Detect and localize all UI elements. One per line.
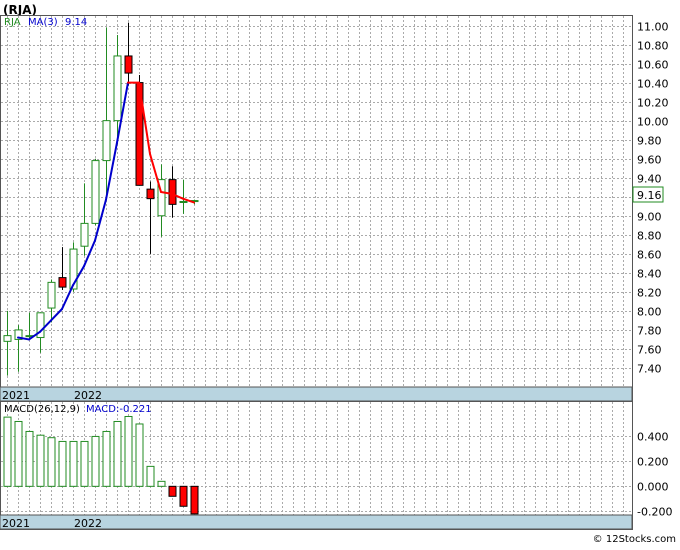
macd-bar-positive [80, 440, 89, 487]
price-year-label-2022: 2022 [74, 389, 102, 402]
price-tick-label: 9.40 [637, 173, 662, 186]
candle-up [113, 55, 122, 122]
price-tick-label: 8.20 [637, 287, 662, 300]
price-tick-label: 10.00 [637, 116, 669, 129]
price-tick-label: 8.00 [637, 306, 662, 319]
candle-up [102, 120, 111, 162]
price-tick-label: 9.00 [637, 211, 662, 224]
macd-tick-label: 0.400 [637, 431, 669, 444]
price-tick-label: 9.80 [637, 135, 662, 148]
price-tick-label: 10.40 [637, 78, 669, 91]
chart-canvas: (RJA) 7.40 7.60 7.80 8.00 8.20 8.40 8.60 8.80 9.… [0, 3, 676, 545]
macd-bar-negative [190, 485, 199, 515]
candle-down [58, 277, 67, 288]
macd-bar-positive [157, 480, 166, 487]
macd-bar-positive [124, 415, 133, 487]
macd-tick-label: 0.000 [637, 481, 669, 494]
macd-bar-positive [47, 437, 56, 487]
macd-year-label-2022: 2022 [74, 517, 102, 530]
chart-title: (RJA) [3, 3, 37, 17]
candle-down [168, 179, 177, 205]
price-tick-label: 8.40 [637, 268, 662, 281]
macd-bar-positive [113, 420, 122, 487]
price-year-label-2021: 2021 [2, 389, 30, 402]
price-tick-label: 10.20 [637, 97, 669, 110]
macd-legend-value: MACD:-0.221 [86, 404, 152, 415]
legend-ma-label: MA(3) [28, 17, 58, 28]
macd-bar-positive [91, 435, 100, 487]
macd-bar-positive [25, 430, 34, 487]
current-price-label: 9.16 [637, 189, 662, 202]
macd-bar-positive [3, 416, 12, 487]
price-tick-label: 7.80 [637, 325, 662, 338]
candle-up [80, 222, 89, 247]
legend-ma-value: 9.14 [65, 17, 87, 28]
macd-tick-label: -0.200 [637, 506, 672, 519]
price-tick-label: 10.80 [637, 40, 669, 53]
candle-up [179, 201, 188, 203]
price-tick-label: 9.60 [637, 154, 662, 167]
macd-bar-positive [146, 465, 155, 487]
macd-bar-positive [58, 440, 67, 487]
macd-bar-positive [69, 440, 78, 487]
candle-down [146, 188, 155, 200]
watermark: © 12Stocks.com [593, 534, 676, 545]
candle-down [124, 55, 133, 74]
legend-symbol: RJA [4, 17, 21, 28]
price-tick-label: 11.00 [637, 21, 669, 34]
macd-bar-negative [179, 485, 188, 507]
price-tick-label: 8.60 [637, 249, 662, 262]
price-tick-label: 7.40 [637, 363, 662, 376]
candle-up [3, 335, 12, 342]
stock-chart: (RJA) 7.40 7.60 7.80 8.00 8.20 8.40 8.60 8.80 9.… [0, 0, 680, 546]
price-tick-label: 7.60 [637, 344, 662, 357]
macd-bar-positive [135, 423, 144, 487]
macd-tick-label: 0.200 [637, 456, 669, 469]
macd-bar-positive [102, 430, 111, 487]
candle-up [91, 160, 100, 224]
macd-legend-label: MACD(26,12,9) [4, 404, 80, 415]
candle-up [47, 281, 56, 309]
macd-bar-positive [14, 420, 23, 487]
macd-y-axis: -0.200 0.000 0.200 0.400 [637, 431, 672, 519]
price-tick-label: 8.80 [637, 230, 662, 243]
macd-year-label-2021: 2021 [2, 517, 30, 530]
price-tick-label: 10.60 [637, 59, 669, 72]
macd-bar-positive [36, 434, 45, 487]
macd-bar-negative [168, 485, 177, 497]
